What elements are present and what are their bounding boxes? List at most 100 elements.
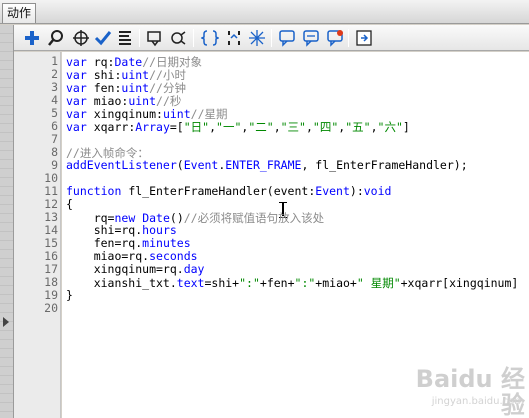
debug-options-icon: [171, 31, 186, 45]
check-syntax-icon: [94, 31, 112, 46]
line-number: 5: [51, 106, 58, 120]
code-token: hours: [142, 223, 177, 237]
code-token: +fen+: [259, 276, 295, 290]
line-number: 6: [51, 119, 58, 133]
code-token: "日": [183, 120, 210, 134]
code-token: Array: [135, 120, 170, 134]
apply-block-comment-icon: [279, 30, 295, 47]
code-hint-icon: [147, 31, 161, 47]
collapse-between-braces-icon: [201, 30, 219, 46]
code-token: "四": [312, 120, 339, 134]
code-line[interactable]: xingqinum=rq.day: [66, 262, 205, 276]
line-number: 20: [44, 301, 58, 315]
code-line[interactable]: shi=rq.hours: [66, 223, 177, 237]
line-number: 18: [44, 275, 58, 289]
auto-format-icon: [119, 31, 131, 45]
tab-actions[interactable]: 动作: [2, 3, 36, 23]
debug-options-button[interactable]: [168, 28, 188, 48]
code-token: Event: [183, 158, 219, 172]
code-token: minutes: [142, 236, 191, 250]
toolbar-separator: [348, 29, 349, 47]
line-number: 17: [44, 262, 58, 276]
collapse-selection-button[interactable]: [224, 28, 244, 48]
expand-arrow-icon[interactable]: [3, 317, 9, 327]
show-hide-toolbox-button[interactable]: [354, 28, 374, 48]
code-hint-button[interactable]: [145, 28, 165, 48]
code-line[interactable]: var xingqinum:uint//星期: [66, 106, 228, 121]
code-token: "五": [345, 120, 371, 134]
auto-format-button[interactable]: [115, 28, 135, 48]
code-line[interactable]: xianshi_txt.text=shi+":"+fen+":"+miao+" …: [66, 275, 519, 290]
code-token: ,: [370, 120, 378, 134]
line-number: 12: [44, 197, 58, 211]
code-token: text: [176, 276, 205, 290]
code-line[interactable]: var shi:uint//小时: [66, 67, 186, 82]
collapse-selection-icon: [228, 31, 240, 45]
collapse-between-braces-button[interactable]: [200, 28, 220, 48]
actions-toolbar: [14, 25, 529, 51]
remove-comment-button[interactable]: [325, 28, 345, 48]
line-number: 14: [44, 223, 58, 237]
code-line[interactable]: var miao:uint//秒: [66, 93, 181, 108]
code-line[interactable]: //进入帧命令：: [66, 145, 149, 160]
code-token: ENTER_FRAME: [225, 158, 302, 172]
code-line[interactable]: addEventListener(Event.ENTER_FRAME, fl_E…: [66, 158, 468, 172]
code-line[interactable]: var xqarr:Array=["日","一","二","三","四","五"…: [66, 119, 410, 134]
code-token: "三": [280, 120, 306, 134]
find-button[interactable]: [46, 28, 66, 48]
add-script-button[interactable]: [22, 28, 42, 48]
line-number-gutter: 1 2 3 4 5 6 7 8 9 10 11 12 13 14 15 16 17 18 19 20: [14, 52, 61, 418]
code-token: day: [183, 262, 205, 276]
code-token: xingqinum=rq.: [66, 262, 184, 276]
find-icon: [48, 30, 63, 46]
apply-block-comment-button[interactable]: [277, 28, 297, 48]
code-editor[interactable]: var rq:Date//日期对象 var shi:uint//小时 var fen…: [62, 52, 529, 418]
check-syntax-button[interactable]: [93, 28, 113, 48]
code-line[interactable]: function fl_EnterFrameHandler(event:Even…: [66, 184, 391, 198]
line-number: 4: [51, 93, 58, 107]
panel-collapse-strip[interactable]: [0, 25, 14, 418]
code-token: "一": [216, 120, 242, 134]
line-number: 9: [51, 158, 58, 172]
code-token: var: [66, 120, 87, 134]
code-token: Event: [315, 184, 350, 198]
line-number: 16: [44, 249, 58, 263]
code-line[interactable]: {: [66, 197, 73, 211]
code-token: ]: [402, 120, 410, 134]
code-token: function: [66, 184, 122, 198]
target-path-button[interactable]: [71, 28, 91, 48]
code-token: ":": [239, 276, 260, 290]
line-number: 3: [51, 80, 58, 94]
code-token: ,: [273, 120, 281, 134]
code-token: fl_EnterFrameHandler(event:: [121, 184, 316, 198]
panel-tab-bar: 动作: [0, 0, 529, 24]
code-line[interactable]: var rq:Date//日期对象: [66, 54, 202, 69]
code-token: " 星期": [356, 276, 401, 290]
code-line[interactable]: miao=rq.seconds: [66, 249, 198, 263]
code-token: miao=rq.: [66, 249, 150, 263]
code-token: =[: [169, 120, 184, 134]
code-token: ,: [209, 120, 217, 134]
line-number: 15: [44, 236, 58, 250]
expand-all-icon: [249, 30, 265, 46]
expand-all-button[interactable]: [247, 28, 267, 48]
line-number: 7: [51, 132, 58, 146]
code-line[interactable]: }: [66, 288, 73, 302]
code-line[interactable]: rq=new Date()//必须将赋值语句放入该处: [66, 210, 325, 225]
line-number: 8: [51, 145, 58, 159]
code-token: {: [66, 197, 73, 211]
code-line[interactable]: fen=rq.minutes: [66, 236, 191, 250]
target-icon: [73, 30, 89, 46]
line-number: 2: [51, 67, 58, 81]
code-token: +miao+: [315, 276, 357, 290]
code-line[interactable]: var fen:uint//分钟: [66, 80, 186, 95]
code-token: +xqarr[xingqinum]: [400, 276, 519, 290]
code-token: =shi+: [204, 276, 240, 290]
code-token: //必须将赋值语句放入该处: [183, 211, 325, 225]
apply-line-comment-button[interactable]: [301, 28, 321, 48]
code-token: (: [176, 158, 184, 172]
line-number: 1: [51, 54, 58, 68]
code-token: xqarr:: [86, 120, 136, 134]
toolbar-separator: [271, 29, 272, 47]
add-script-icon: [25, 31, 39, 45]
